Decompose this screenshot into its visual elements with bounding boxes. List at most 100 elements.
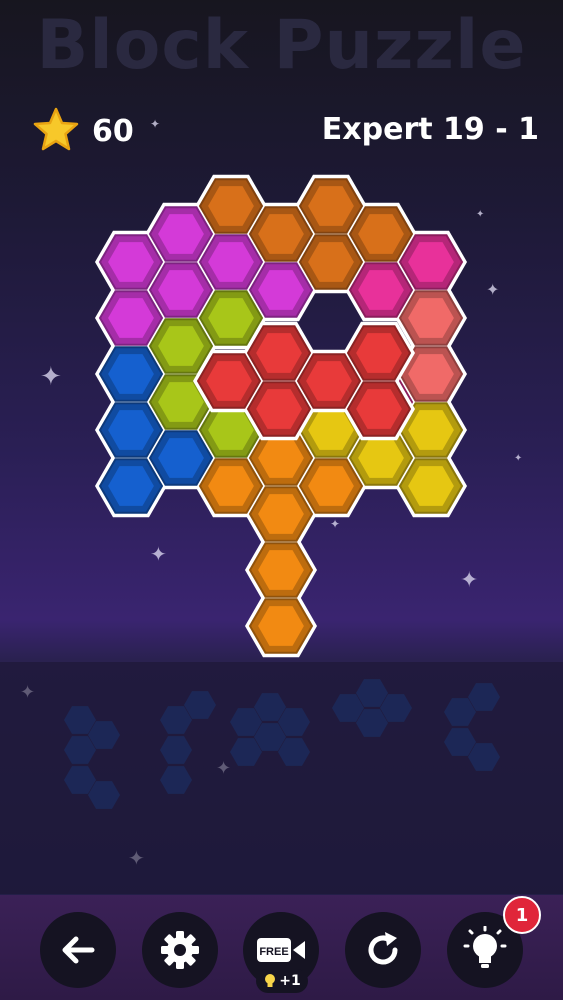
drag-cell-outline [343, 377, 415, 441]
drag-cell-outline [243, 377, 315, 441]
board-cell-outline [245, 482, 317, 546]
score-value: 60 [92, 114, 134, 149]
board-cell[interactable] [248, 486, 314, 542]
bonus-text: +1 [279, 973, 301, 989]
board-cell-outline [345, 426, 417, 490]
board-cell-outline [345, 202, 417, 266]
dragging-piece-cell[interactable] [296, 353, 362, 409]
board-cell[interactable] [198, 402, 264, 458]
board-cell-outline [395, 454, 467, 518]
board-cell-outline [395, 286, 467, 350]
board-cell[interactable] [398, 402, 464, 458]
board-cell-outline [245, 538, 317, 602]
board-cell[interactable] [298, 402, 364, 458]
board-cell[interactable] [398, 458, 464, 514]
sparkle-icon: ✦ [40, 362, 62, 392]
board-cell[interactable] [248, 262, 314, 318]
board-cell[interactable] [98, 346, 164, 402]
gear-icon [161, 931, 199, 969]
board-cell[interactable] [148, 318, 214, 374]
drag-cell-outline [293, 349, 365, 413]
board-cell[interactable] [198, 290, 264, 346]
board-cell[interactable] [148, 374, 214, 430]
board-cell[interactable] [148, 430, 214, 486]
free-label: FREE [259, 946, 288, 958]
board-cell[interactable] [148, 206, 214, 262]
board-cell[interactable] [348, 374, 414, 430]
sparkle-icon: ✦ [476, 209, 485, 220]
board-cell[interactable] [98, 234, 164, 290]
board-cell-outline [95, 454, 167, 518]
drag-cell-outline [343, 321, 415, 385]
board-cell[interactable] [148, 262, 214, 318]
board-cell[interactable] [248, 430, 314, 486]
dragging-piece-cell[interactable] [246, 381, 312, 437]
board-cell-outline [395, 342, 467, 406]
back-arrow-icon [62, 936, 95, 964]
board-cell[interactable] [198, 234, 264, 290]
board-cell-outline [295, 230, 367, 294]
board-cell[interactable] [348, 262, 414, 318]
board-cell-outline [195, 398, 267, 462]
board-cell[interactable] [248, 542, 314, 598]
board-cell-outline [195, 454, 267, 518]
lightbulb-icon [265, 974, 276, 987]
back-button[interactable] [40, 912, 116, 988]
dragging-piece-cell[interactable] [346, 325, 412, 381]
board-cell[interactable] [398, 234, 464, 290]
board-cell-outline [195, 286, 267, 350]
board-cell-outline [245, 202, 317, 266]
board-cell[interactable] [398, 346, 464, 402]
board-cell[interactable] [98, 402, 164, 458]
dragging-piece-cell[interactable] [246, 325, 312, 381]
board-cell-outline [345, 370, 417, 434]
hint-count-badge: 1 [503, 896, 541, 934]
board-cell-outline [245, 594, 317, 658]
dragging-piece-cell[interactable] [196, 353, 262, 409]
board-cell-outline [145, 202, 217, 266]
board-cell-outline [395, 230, 467, 294]
board-cell[interactable] [398, 290, 464, 346]
drag-cell-outline [193, 349, 265, 413]
sparkle-icon: ✦ [330, 517, 341, 531]
star-icon [33, 107, 79, 151]
board-cell[interactable] [348, 430, 414, 486]
board-cell-outline [295, 398, 367, 462]
board-cell-outline [95, 230, 167, 294]
board-cell-outline [145, 258, 217, 322]
game-title: Block Puzzle [36, 6, 527, 85]
board-cell[interactable] [198, 178, 264, 234]
lightbulb-icon [463, 926, 507, 968]
restart-icon [368, 932, 398, 965]
sparkle-icon: ✦ [460, 568, 479, 593]
board-cell[interactable] [98, 458, 164, 514]
drag-cell-outline [243, 321, 315, 385]
sparkle-icon: ✦ [486, 280, 500, 299]
board-cell-outline [195, 174, 267, 238]
board-cell[interactable] [248, 206, 314, 262]
board-cell-outline [295, 454, 367, 518]
settings-button[interactable] [142, 912, 218, 988]
dragging-piece-cell[interactable] [346, 381, 412, 437]
sparkle-icon: ✦ [150, 542, 167, 566]
board-cell-outline [145, 314, 217, 378]
board-cell-outline [195, 230, 267, 294]
board-cell-outline [345, 258, 417, 322]
board-cell[interactable] [98, 290, 164, 346]
piece-tray[interactable] [0, 662, 563, 894]
board-cell[interactable] [298, 458, 364, 514]
video-camera-icon: FREE [257, 938, 305, 962]
sparkle-icon: ✦ [150, 117, 161, 131]
board-cell[interactable] [348, 206, 414, 262]
board-cell[interactable] [298, 234, 364, 290]
board-cell[interactable] [298, 178, 364, 234]
board-cell-outline [395, 398, 467, 462]
board-cell[interactable] [198, 458, 264, 514]
restart-button[interactable] [345, 912, 421, 988]
board-cell[interactable] [248, 598, 314, 654]
level-label: Expert 19 - 1 [321, 112, 539, 147]
board-cell-outline [95, 342, 167, 406]
board-cell-outline [95, 286, 167, 350]
board-cell-outline [295, 174, 367, 238]
board-cell-outline [145, 426, 217, 490]
